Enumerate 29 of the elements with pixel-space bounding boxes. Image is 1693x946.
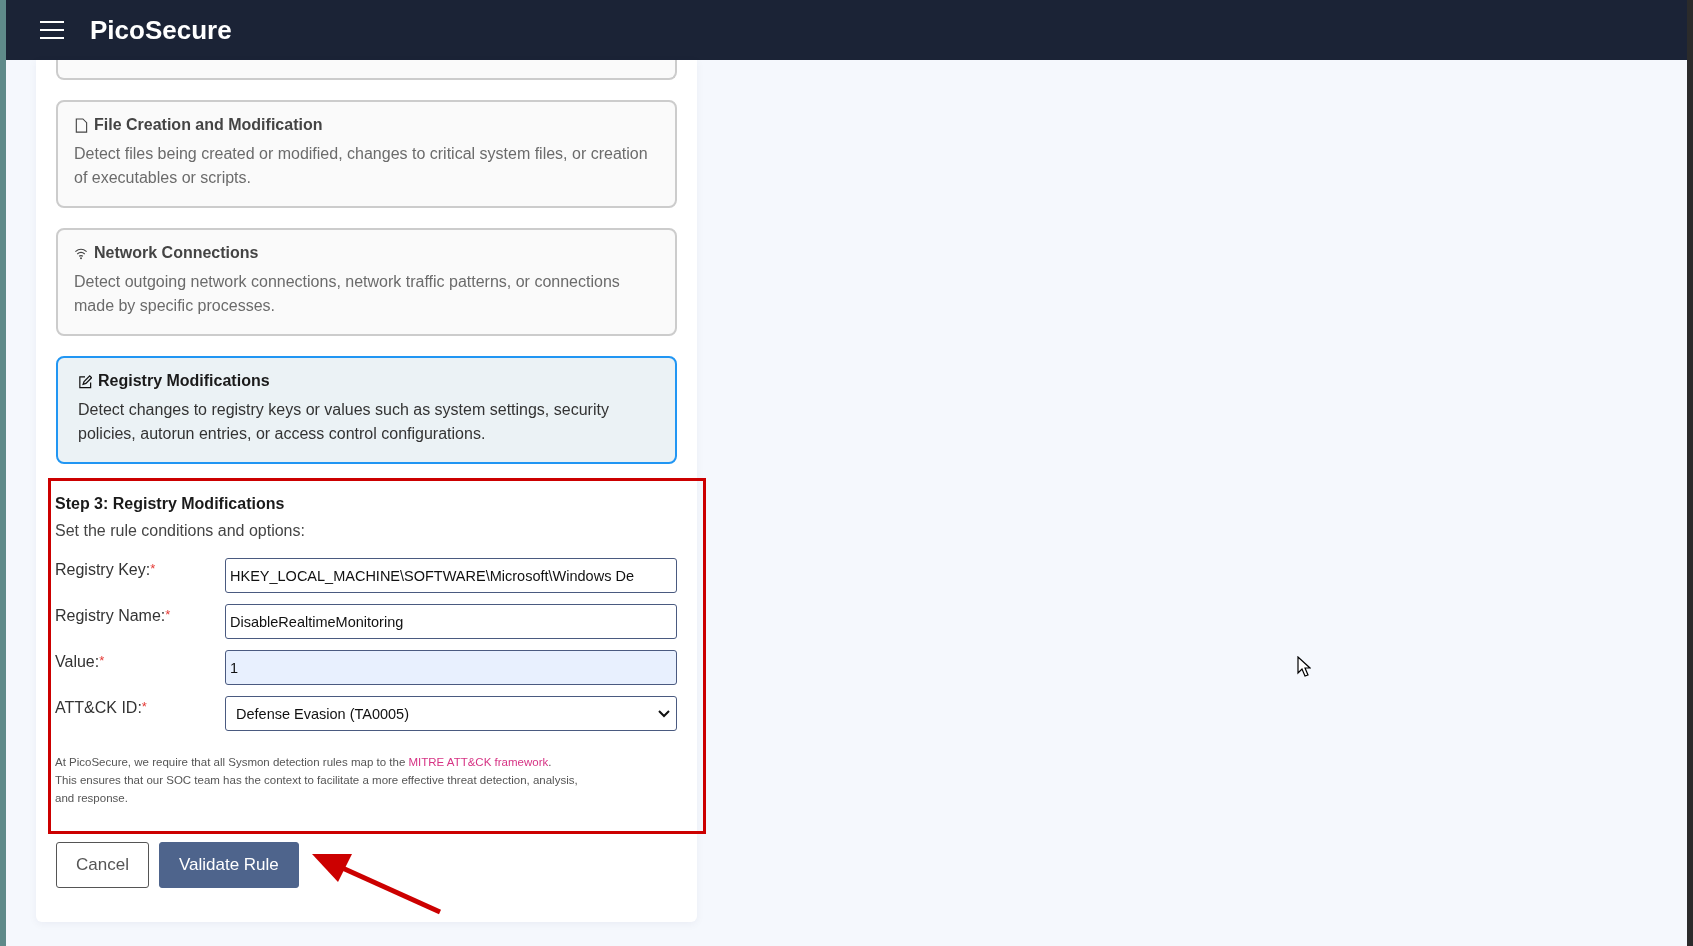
option-card[interactable]: File Creation and Modification Detect files being created or modified, changes to critical system files, or creation of executables or scripts.	[56, 100, 677, 208]
chevron-down-icon	[658, 709, 670, 718]
field-label: ATT&CK ID:*	[55, 698, 148, 718]
card-description: Detect changes to registry keys or values such as system settings, security policies, autorun entries, or access control configurations.	[78, 400, 610, 444]
card-description: Detect outgoing network connections, network traffic patterns, or connections made by specific processes.	[74, 272, 621, 316]
card-title: Network Connections	[94, 244, 259, 262]
menu-icon[interactable]	[40, 20, 64, 40]
text-field[interactable]: HKEY_LOCAL_MACHINE\SOFTWARE\Microsoft\Windows De	[225, 558, 677, 593]
field-label: Registry Name:*	[55, 606, 172, 626]
cancel-button[interactable]: Cancel	[56, 841, 149, 888]
scrollbar[interactable]	[1687, 0, 1693, 946]
file-icon	[74, 117, 88, 133]
app-title: PicoSecure	[90, 14, 232, 46]
step-subtitle: Set the rule conditions and options:	[55, 522, 306, 540]
option-card[interactable]: Network Connections Detect outgoing network connections, network traffic patterns, or connections made by specific processes.	[56, 228, 677, 336]
validate-button[interactable]: Validate Rule	[158, 841, 299, 888]
option-card[interactable]: Registry Modifications Detect changes to registry keys or values such as system settings, security policies, autorun entries, or access control configurations.	[56, 356, 677, 464]
card-title: File Creation and Modification	[94, 116, 323, 134]
card-title: Registry Modifications	[98, 372, 270, 390]
edit-icon	[78, 373, 92, 389]
note-text: At PicoSecure, we require that all Sysmon detection rules map to the MITRE ATT&CK framework. This ensures that our SOC team has the context to facilitate a more effective threat detection, analysis, and response.	[55, 755, 579, 806]
mouse-cursor-icon	[1297, 656, 1311, 678]
field-label: Registry Key:*	[55, 560, 157, 580]
text-field[interactable]: DisableRealtimeMonitoring	[225, 604, 677, 639]
dropdown[interactable]: Defense Evasion (TA0005)	[225, 696, 677, 731]
field-label: Value:*	[55, 652, 106, 672]
step-title: Step 3: Registry Modifications	[55, 495, 286, 513]
card-description: Detect files being created or modified, changes to critical system files, or creation of executables or scripts.	[74, 144, 649, 188]
text-field[interactable]: 1	[225, 650, 677, 685]
